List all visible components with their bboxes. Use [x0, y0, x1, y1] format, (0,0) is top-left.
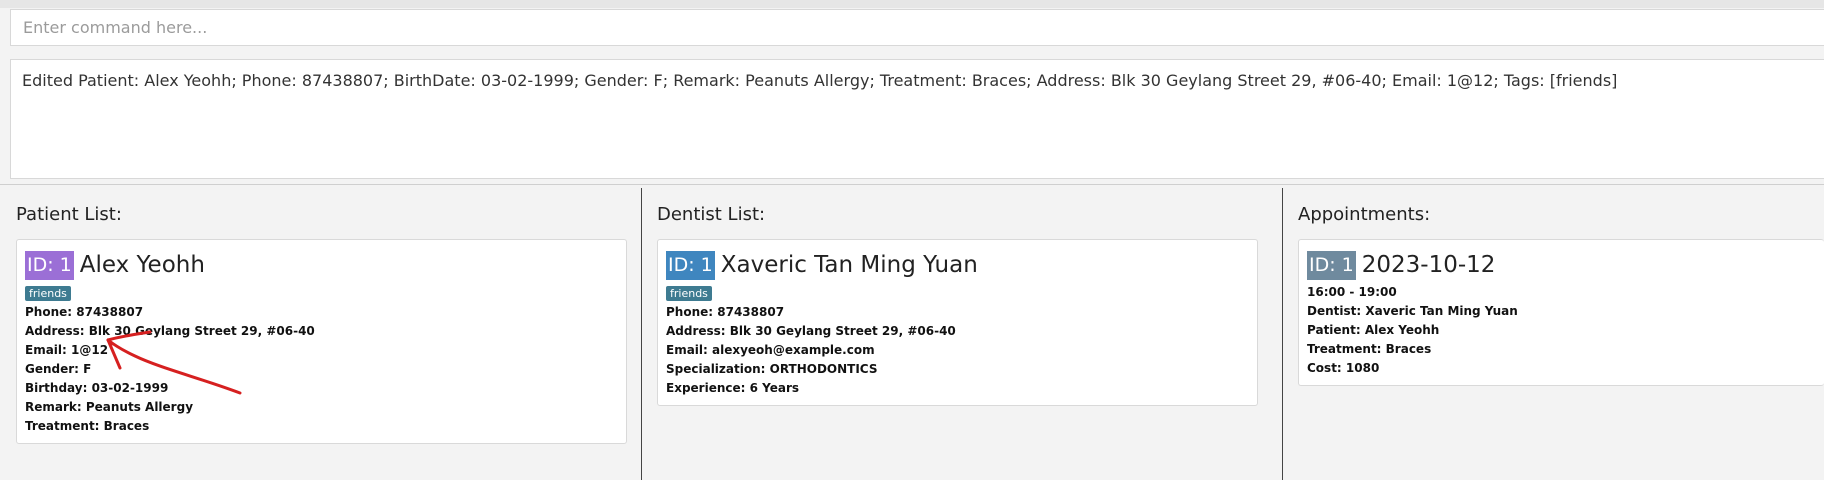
dentist-address: Address: Blk 30 Geylang Street 29, #06-4… — [666, 324, 956, 338]
patient-name: Alex Yeohh — [79, 252, 205, 278]
appointment-patient: Patient: Alex Yeohh — [1307, 323, 1440, 337]
appointment-treatment: Treatment: Braces — [1307, 342, 1432, 356]
patient-treatment: Treatment: Braces — [25, 419, 150, 433]
appointment-cost: Cost: 1080 — [1307, 361, 1380, 375]
dentist-email: Email: alexyeoh@example.com — [666, 343, 875, 357]
patient-gender: Gender: F — [25, 362, 92, 376]
appointments-title: Appointments: — [1298, 204, 1431, 225]
panel-divider-1[interactable] — [641, 188, 642, 480]
top-strip — [0, 0, 1824, 8]
patient-birthday: Birthday: 03-02-1999 — [25, 381, 169, 395]
patient-card-header: ID: 1 Alex Yeohh — [25, 251, 205, 280]
dentist-card[interactable]: ID: 1 Xaveric Tan Ming Yuan friends Phon… — [657, 239, 1258, 406]
appointment-date: 2023-10-12 — [1361, 252, 1496, 278]
patient-tag: friends — [25, 286, 71, 301]
patient-phone: Phone: 87438807 — [25, 305, 144, 319]
dentist-name: Xaveric Tan Ming Yuan — [720, 252, 978, 278]
patient-id-badge: ID: 1 — [25, 251, 74, 280]
patient-list-title: Patient List: — [16, 204, 122, 225]
panel-divider-2[interactable] — [1282, 188, 1283, 480]
patient-email: Email: 1@12 — [25, 343, 109, 357]
appointment-card-header: ID: 1 2023-10-12 — [1307, 251, 1495, 280]
patient-remark: Remark: Peanuts Allergy — [25, 400, 194, 414]
appointment-card[interactable]: ID: 1 2023-10-12 16:00 - 19:00 Dentist: … — [1298, 239, 1824, 386]
dentist-list-title: Dentist List: — [657, 204, 766, 225]
dentist-experience: Experience: 6 Years — [666, 381, 800, 395]
dentist-phone: Phone: 87438807 — [666, 305, 785, 319]
appointment-dentist: Dentist: Xaveric Tan Ming Yuan — [1307, 304, 1518, 318]
appointment-time: 16:00 - 19:00 — [1307, 285, 1397, 299]
dentist-card-header: ID: 1 Xaveric Tan Ming Yuan — [666, 251, 978, 280]
dentist-id-badge: ID: 1 — [666, 251, 715, 280]
dentist-specialization: Specialization: ORTHODONTICS — [666, 362, 878, 376]
patient-card[interactable]: ID: 1 Alex Yeohh friends Phone: 87438807… — [16, 239, 627, 444]
dentist-tag: friends — [666, 286, 712, 301]
result-text: Edited Patient: Alex Yeohh; Phone: 87438… — [22, 71, 1618, 90]
patient-address: Address: Blk 30 Geylang Street 29, #06-4… — [25, 324, 315, 338]
appointment-id-badge: ID: 1 — [1307, 251, 1356, 280]
result-display: Edited Patient: Alex Yeohh; Phone: 87438… — [10, 59, 1824, 179]
command-input[interactable] — [10, 9, 1824, 46]
horizontal-divider — [0, 184, 1824, 185]
